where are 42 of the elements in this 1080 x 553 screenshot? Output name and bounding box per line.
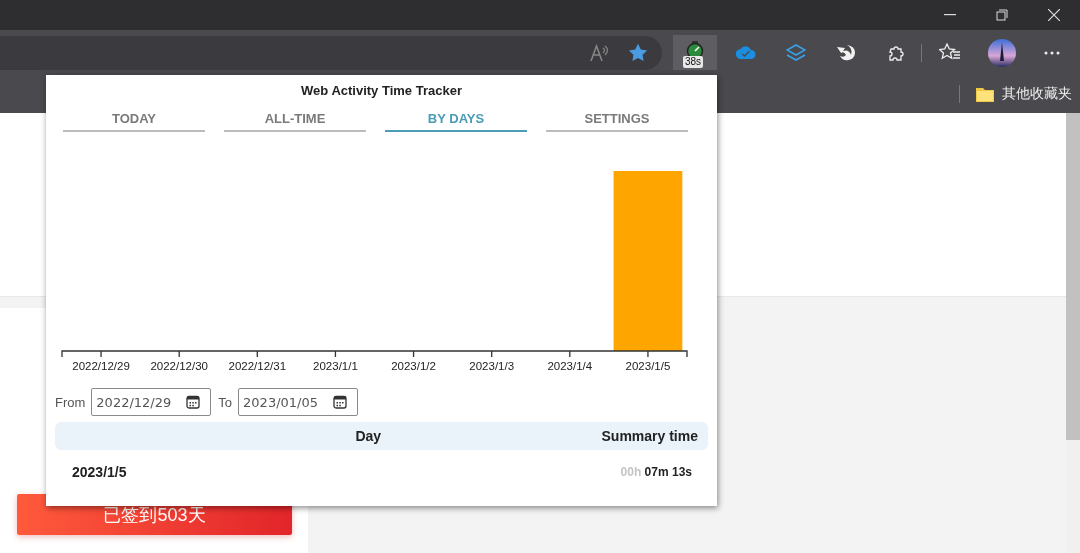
restore-icon[interactable]	[996, 9, 1008, 21]
column-header: Summary time	[601, 428, 699, 444]
extension-button[interactable]: 38s	[673, 35, 717, 70]
date-picker[interactable]: 2023/01/05	[238, 388, 359, 416]
column-header: Day	[354, 428, 383, 444]
axis-label: 2023/1/4	[547, 360, 593, 372]
axis-label: 2023/1/2	[391, 360, 436, 372]
table-cell: 2023/1/5	[72, 464, 127, 480]
from-label: From	[55, 394, 86, 410]
star-icon[interactable]	[628, 43, 648, 62]
date-input[interactable]: 2023/01/05	[243, 394, 334, 410]
time-cell: 00h 07m 13s	[620, 465, 692, 479]
extensions-icon[interactable]	[887, 43, 905, 62]
calendar-icon[interactable]	[186, 395, 201, 409]
curved-arrow-icon[interactable]	[836, 43, 856, 62]
tab[interactable]: ALL-TIME	[224, 107, 366, 132]
read-aloud-icon[interactable]	[590, 43, 610, 62]
avatar-icon[interactable]	[988, 38, 1016, 67]
stopwatch-icon	[685, 41, 705, 59]
calendar-icon[interactable]	[333, 395, 348, 409]
date-input[interactable]: 2022/12/29	[96, 394, 187, 410]
cloud-icon[interactable]	[736, 46, 756, 59]
popup-title: Web Activity Time Tracker	[300, 83, 463, 100]
favorites-icon[interactable]	[938, 43, 961, 62]
timer-badge: 38s	[683, 56, 704, 68]
folder-icon	[976, 86, 994, 102]
axis-label: 2022/12/29	[72, 360, 130, 372]
close-icon[interactable]	[1048, 9, 1060, 21]
to-label: To	[218, 394, 233, 410]
more-icon[interactable]	[1044, 50, 1060, 55]
axis-label: 2023/1/5	[625, 360, 671, 372]
layers-icon[interactable]	[786, 43, 806, 62]
axis-label: 2023/1/3	[469, 360, 515, 372]
axis-label: 2022/12/31	[228, 360, 287, 372]
axis-label: 2023/1/1	[313, 360, 358, 372]
tab[interactable]: TODAY	[63, 107, 205, 132]
minimize-icon[interactable]	[944, 14, 956, 16]
date-picker[interactable]: 2022/12/29	[91, 388, 212, 416]
tab[interactable]: SETTINGS	[546, 107, 688, 132]
axis-label: 2022/12/30	[150, 360, 208, 372]
bookmark-folder[interactable]: 其他收藏夹	[976, 85, 1072, 103]
scrollbar-thumb[interactable]	[1066, 113, 1080, 440]
